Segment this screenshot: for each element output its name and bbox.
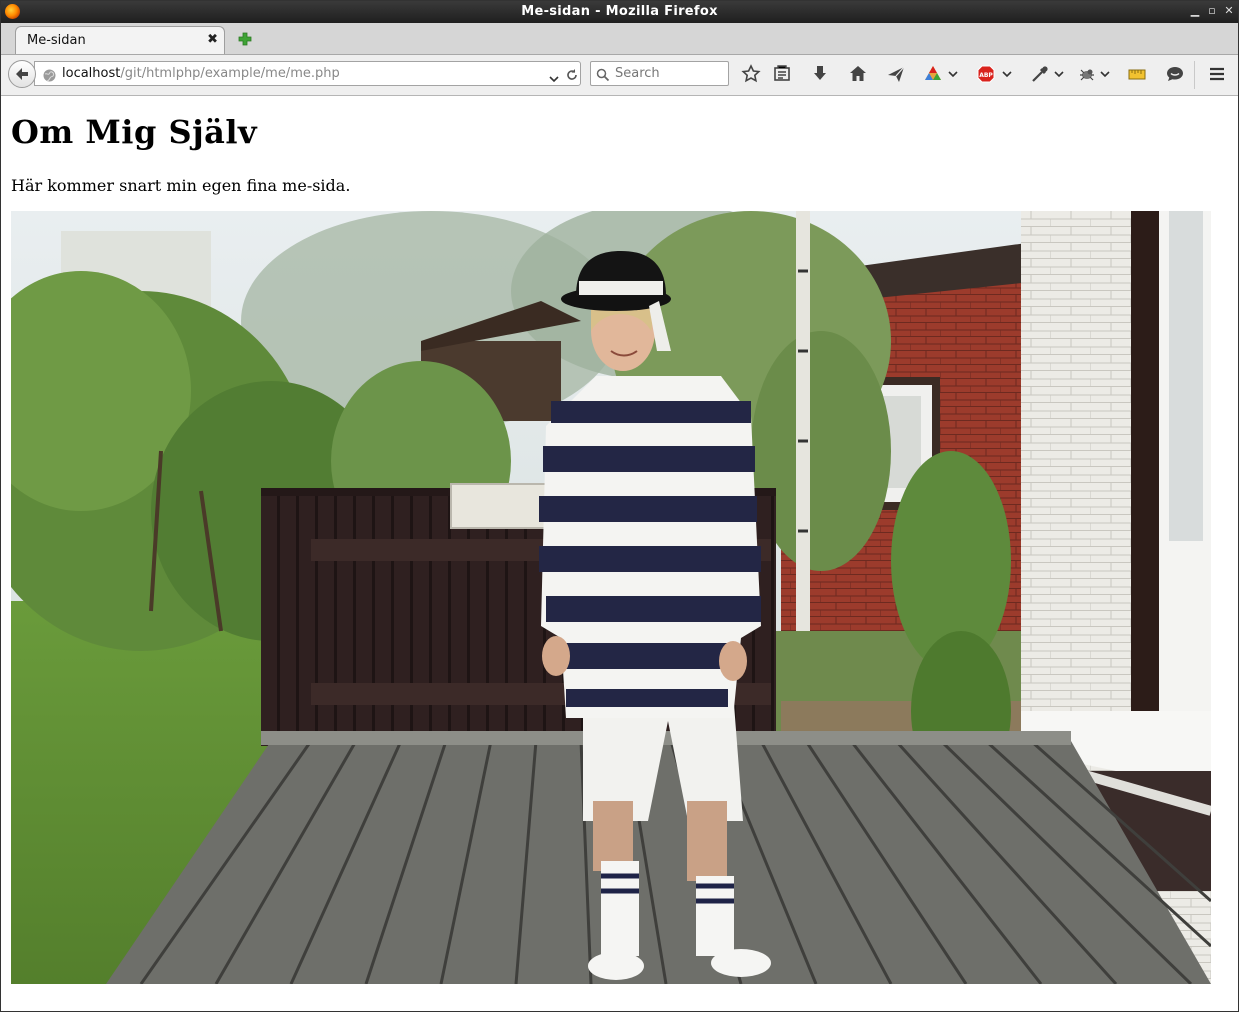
intro-text: Här kommer snart min egen fina me-sida. xyxy=(11,176,351,195)
send-icon[interactable] xyxy=(886,64,906,84)
window-title: Me-sidan - Mozilla Firefox xyxy=(521,4,718,19)
extension-dropdown-icon[interactable] xyxy=(947,64,967,84)
tab-label: Me-sidan xyxy=(27,33,86,48)
browser-window: Me-sidan - Mozilla Firefox ▁ ▫ ✕ Me-sida… xyxy=(0,0,1239,1012)
search-icon xyxy=(596,67,610,82)
tab-me-sidan[interactable]: Me-sidan ✖ xyxy=(15,26,225,54)
url-history-dropdown-icon[interactable] xyxy=(549,69,559,83)
url-bar[interactable]: localhost/git/htmlphp/example/me/me.php xyxy=(34,61,581,86)
home-icon[interactable] xyxy=(848,64,868,84)
extension-icon[interactable] xyxy=(923,64,943,84)
title-bar: Me-sidan - Mozilla Firefox ▁ ▫ ✕ xyxy=(1,1,1238,23)
search-box[interactable]: Search xyxy=(590,61,729,86)
adblock-dropdown-icon[interactable] xyxy=(1001,64,1021,84)
chat-icon[interactable] xyxy=(1165,64,1185,84)
bookmark-star-icon[interactable] xyxy=(741,64,761,84)
back-button[interactable] xyxy=(8,60,36,88)
maximize-icon[interactable]: ▫ xyxy=(1204,3,1220,19)
firebug-dropdown-icon[interactable] xyxy=(1099,64,1119,84)
url-text[interactable]: localhost/git/htmlphp/example/me/me.php xyxy=(62,66,340,81)
nav-bar: localhost/git/htmlphp/example/me/me.php … xyxy=(1,55,1238,96)
close-icon[interactable]: ✕ xyxy=(1221,3,1237,19)
site-identity-icon[interactable] xyxy=(43,67,56,82)
menu-icon[interactable] xyxy=(1207,64,1227,84)
search-placeholder: Search xyxy=(615,66,660,81)
toolbar-separator xyxy=(1194,61,1195,89)
profile-photo xyxy=(11,211,1211,984)
minimize-icon[interactable]: ▁ xyxy=(1187,3,1203,19)
url-host: localhost xyxy=(62,66,121,81)
adblock-icon[interactable]: ABP xyxy=(976,64,996,84)
tab-strip: Me-sidan ✖ xyxy=(1,23,1238,55)
tab-close-icon[interactable]: ✖ xyxy=(207,32,218,47)
eyedropper-dropdown-icon[interactable] xyxy=(1053,64,1073,84)
eyedropper-icon[interactable] xyxy=(1030,64,1050,84)
ruler-icon[interactable] xyxy=(1127,64,1147,84)
page-content: Om Mig Själv Här kommer snart min egen f… xyxy=(1,96,1238,1010)
page-heading: Om Mig Själv xyxy=(11,113,258,151)
firebug-icon[interactable] xyxy=(1077,64,1097,84)
svg-text:ABP: ABP xyxy=(979,72,993,79)
downloads-icon[interactable] xyxy=(810,64,830,84)
url-path: /git/htmlphp/example/me/me.php xyxy=(120,66,340,81)
new-tab-icon[interactable] xyxy=(237,31,253,47)
reload-icon[interactable] xyxy=(565,67,579,81)
reading-list-icon[interactable] xyxy=(772,64,792,84)
